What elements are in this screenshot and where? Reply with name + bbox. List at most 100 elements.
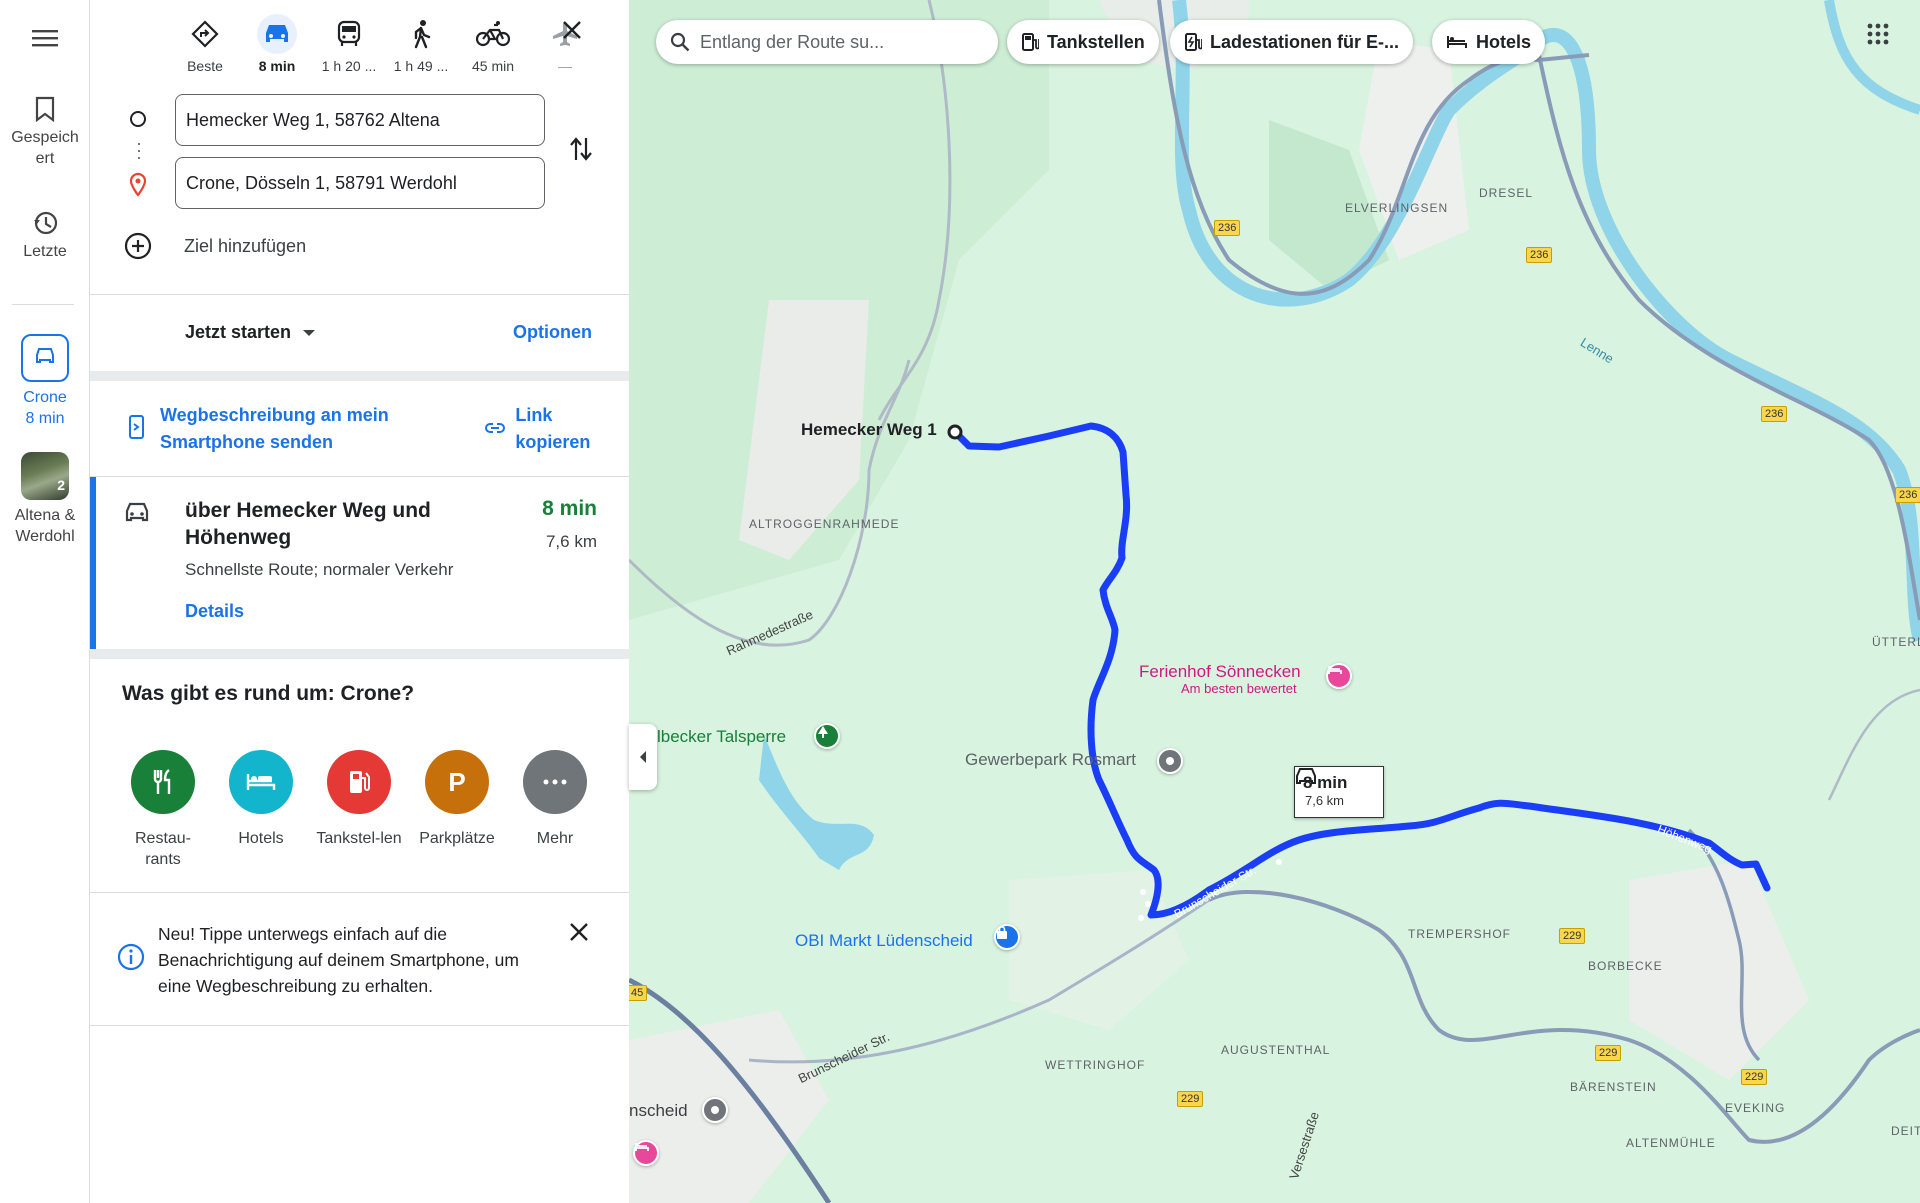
history-icon	[34, 211, 58, 235]
poi-talsperre[interactable]: lbecker Talsperre	[657, 727, 786, 747]
saved-button[interactable]: Gespeich ert	[0, 96, 90, 170]
route-details-link[interactable]: Details	[185, 601, 244, 622]
nearby-more-button[interactable]: Mehr	[510, 750, 600, 849]
nearby-hotels-button[interactable]: Hotels	[216, 750, 306, 849]
map-label-deit: DEIT	[1891, 1124, 1920, 1138]
bike-icon	[476, 21, 510, 47]
send-to-phone-button[interactable]: Wegbeschreibung an mein Smartphone sende…	[128, 402, 410, 456]
route-distance: 7,6 km	[545, 532, 597, 551]
collection-button[interactable]: 2 Altena & Werdohl	[0, 452, 90, 548]
hotel-pin-icon[interactable]	[1326, 663, 1352, 689]
mode-walk[interactable]: 1 h 49 ...	[386, 14, 456, 74]
road-shield-236: 236	[1526, 247, 1553, 263]
menu-button[interactable]	[0, 28, 90, 54]
tip-text: Neu! Tippe unterwegs einfach auf die Ben…	[158, 924, 519, 996]
close-icon	[570, 923, 588, 941]
gas-icon	[1022, 33, 1039, 51]
rail-divider	[12, 304, 74, 305]
route-card[interactable]: über Hemecker Weg und Höhenweg 8 min 7,6…	[90, 477, 629, 649]
apps-grid-icon	[1867, 23, 1889, 45]
saved-label: Gespeich ert	[11, 129, 79, 167]
dropdown-caret-icon	[303, 329, 316, 336]
swap-button[interactable]	[568, 134, 594, 169]
map-label-altroggenrahmede: ALTROGGENRAHMEDE	[749, 517, 900, 531]
map-label-augustenthal: AUGUSTENTHAL	[1221, 1043, 1331, 1057]
recent-label: Letzte	[23, 243, 67, 260]
mode-bike[interactable]: 45 min	[458, 14, 528, 74]
divider	[90, 649, 629, 659]
nearby-title: Was gibt es rund um: Crone?	[122, 682, 415, 705]
map-label-dresel: DRESEL	[1479, 186, 1534, 200]
collapse-panel-button[interactable]	[629, 724, 657, 790]
transit-icon	[337, 20, 361, 46]
map-graphics	[629, 0, 1920, 1203]
nearby-parking-button[interactable]: P Parkplätze	[412, 750, 502, 849]
tip-close-button[interactable]	[568, 921, 590, 948]
route-search-box[interactable]	[656, 20, 998, 64]
chip-ev-chargers[interactable]: Ladestationen für E-...	[1170, 20, 1414, 64]
tip-banner: Neu! Tippe unterwegs einfach auf die Ben…	[90, 892, 629, 1026]
nearby-label: Hotels	[238, 830, 284, 847]
route-title: über Hemecker Weg und Höhenweg	[185, 499, 431, 549]
options-button[interactable]: Optionen	[513, 322, 592, 343]
copy-link-button[interactable]: Link kopieren	[484, 402, 629, 456]
best-route-icon	[191, 20, 219, 48]
place-pin-icon[interactable]	[1157, 748, 1183, 774]
swap-icon	[570, 137, 592, 161]
mode-car[interactable]: 8 min	[242, 14, 312, 74]
destination-pin-icon	[128, 172, 148, 203]
active-trip-label: Crone	[23, 389, 67, 406]
route-search-input[interactable]	[700, 31, 980, 53]
map-label-borbecke: BORBECKE	[1588, 959, 1663, 973]
poi-ferienhof[interactable]: Ferienhof Sönnecken	[1139, 662, 1301, 682]
nearby-label: Tankstel-len	[316, 830, 402, 847]
mode-label: 1 h 49 ...	[393, 58, 449, 74]
directions-panel: Beste 8 min 1 h 20 ... 1 h 49 ... 45 min…	[90, 0, 629, 1203]
chip-label: Hotels	[1476, 31, 1532, 52]
depart-label: Jetzt starten	[185, 322, 292, 342]
close-icon	[563, 21, 581, 39]
poi-scheid[interactable]: nscheid	[629, 1101, 688, 1121]
chip-gas-stations[interactable]: Tankstellen	[1007, 20, 1159, 64]
destination-input[interactable]	[175, 157, 545, 209]
apps-button[interactable]	[1866, 22, 1890, 51]
park-pin-icon[interactable]	[814, 723, 840, 749]
hotel-icon	[229, 750, 293, 814]
mode-label: —	[558, 58, 572, 74]
hotel-pin-icon[interactable]	[633, 1140, 659, 1166]
connector-dots-icon: · · ·	[136, 133, 142, 167]
nearby-label: Restau-rants	[134, 830, 192, 868]
road-shield-229: 229	[1177, 1091, 1204, 1107]
depart-time-dropdown[interactable]: Jetzt starten	[185, 322, 316, 343]
copy-link-label: Link kopieren	[515, 405, 591, 452]
bookmark-icon	[35, 96, 55, 122]
hamburger-icon	[32, 30, 58, 47]
route-tooltip[interactable]: 8 min 7,6 km	[1294, 766, 1384, 818]
left-rail: Gespeich ert Letzte Crone 8 min 2 Altena…	[0, 0, 90, 1203]
poi-obi[interactable]: OBI Markt Lüdenscheid	[795, 931, 973, 951]
place-pin-icon[interactable]	[702, 1097, 728, 1123]
nearby-gas-button[interactable]: Tankstel-len	[314, 750, 404, 849]
chip-hotels[interactable]: Hotels	[1432, 20, 1546, 64]
mode-transit[interactable]: 1 h 20 ...	[314, 14, 384, 74]
shopping-pin-icon[interactable]	[994, 924, 1020, 950]
parking-icon: P	[425, 750, 489, 814]
map-canvas[interactable]: Hemecker Weg 1 ALTROGGENRAHMEDE ELVERLIN…	[629, 0, 1920, 1203]
recent-button[interactable]: Letzte	[0, 210, 90, 263]
map-label-start: Hemecker Weg 1	[801, 420, 937, 439]
collection-count: 2	[57, 476, 65, 493]
nearby-restaurants-button[interactable]: Restau-rants	[118, 750, 208, 870]
mode-best[interactable]: Beste	[170, 14, 240, 74]
add-destination-button[interactable]: Ziel hinzufügen	[124, 232, 306, 260]
phone-send-icon	[129, 415, 144, 439]
active-trip-button[interactable]: Crone 8 min	[0, 334, 90, 430]
poi-gewerbepark[interactable]: Gewerbepark Rosmart	[965, 750, 1136, 770]
collection-label: Altena & Werdohl	[14, 507, 76, 545]
close-directions-button[interactable]	[560, 18, 584, 47]
origin-input[interactable]	[175, 94, 545, 146]
car-icon	[1296, 768, 1316, 784]
chip-label: Tankstellen	[1047, 31, 1145, 52]
road-shield-236: 236	[1895, 487, 1920, 503]
search-icon	[670, 32, 690, 52]
active-trip-time: 8 min	[25, 409, 65, 427]
